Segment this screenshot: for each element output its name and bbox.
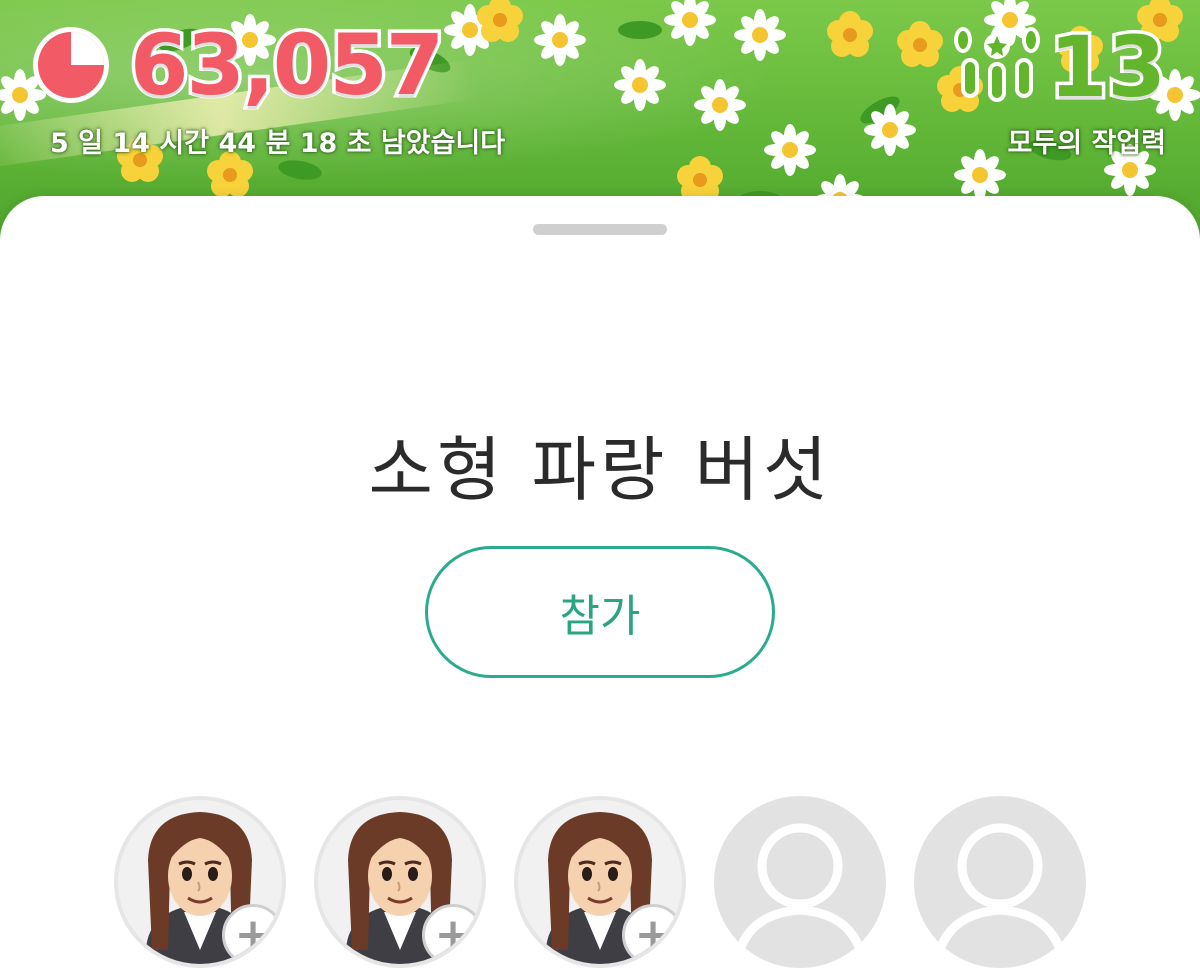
person-silhouette-icon	[931, 823, 1069, 968]
sheet-drag-handle[interactable]	[533, 224, 667, 235]
participant-slot-empty[interactable]	[714, 796, 886, 968]
expedition-sheet: 소형 파랑 버섯 참가 + + +	[0, 196, 1200, 972]
participant-slot-filled[interactable]: +	[514, 796, 686, 968]
add-friend-badge[interactable]: +	[222, 904, 282, 964]
work-power-counter: 13	[953, 18, 1170, 116]
work-power-label: 모두의 작업력	[1007, 128, 1166, 159]
work-power-count: 13	[1046, 18, 1170, 116]
pikmin-trio-icon	[954, 27, 1041, 102]
add-friend-badge[interactable]: +	[622, 904, 682, 964]
pie-timer-icon	[33, 27, 109, 103]
person-silhouette-icon	[731, 823, 869, 968]
join-button[interactable]: 참가	[425, 546, 775, 678]
participant-slot-filled[interactable]: +	[314, 796, 486, 968]
participant-slots: + + +	[0, 796, 1200, 972]
mushroom-title: 소형 파랑 버섯	[368, 429, 832, 511]
add-friend-badge[interactable]: +	[422, 904, 482, 964]
remaining-counter: 63,057	[30, 16, 448, 114]
time-remaining-text: 5 일 14 시간 44 분 18 초 남았습니다	[50, 128, 506, 159]
remaining-count: 63,057	[126, 16, 447, 114]
participant-slot-filled[interactable]: +	[114, 796, 286, 968]
participant-slot-empty[interactable]	[914, 796, 1086, 968]
